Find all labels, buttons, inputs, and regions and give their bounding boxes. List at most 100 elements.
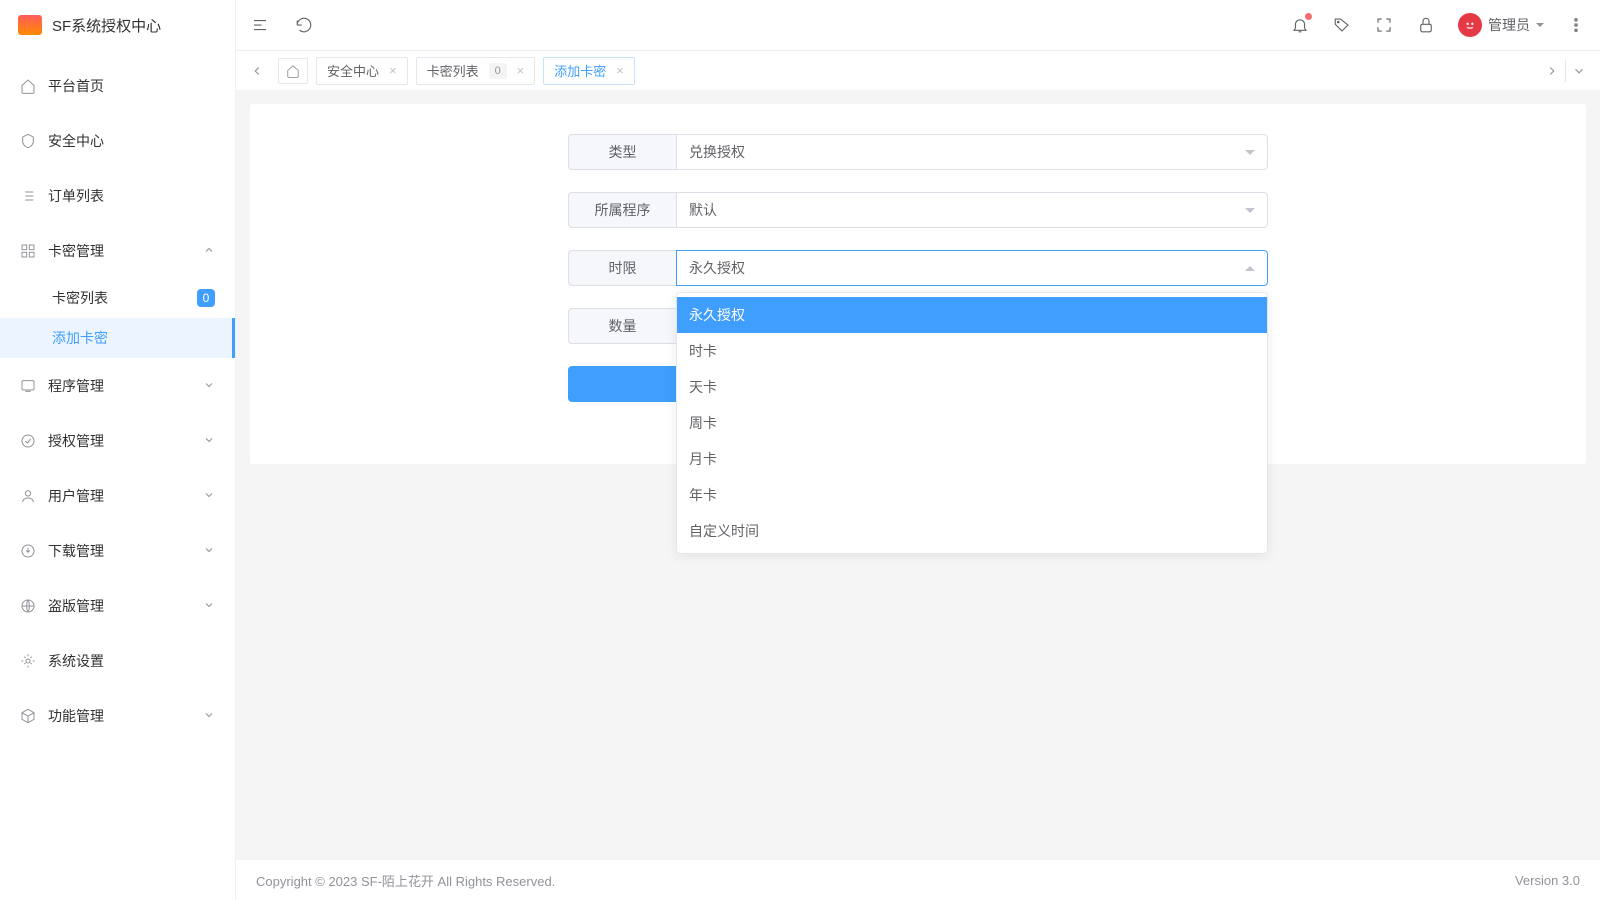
caret-up-icon	[1245, 261, 1255, 271]
form-row-program: 所属程序 默认	[568, 192, 1268, 228]
duration-dropdown: 永久授权时卡天卡周卡月卡年卡自定义时间	[676, 292, 1268, 554]
footer: Copyright © 2023 SF-陌上花开 All Rights Rese…	[236, 860, 1600, 900]
label: 系统设置	[48, 651, 215, 671]
lock-button[interactable]	[1416, 15, 1436, 35]
caret-down-icon	[1536, 23, 1544, 31]
collapse-sidebar-button[interactable]	[250, 15, 270, 35]
tab-cardkey-add[interactable]: 添加卡密 ×	[543, 57, 635, 85]
sidebar-item-program[interactable]: 程序管理	[0, 358, 235, 413]
app-title: SF系统授权中心	[52, 15, 161, 36]
tabs-bar: 安全中心 × 卡密列表 0 × 添加卡密 ×	[236, 50, 1600, 90]
content: 类型 兑换授权 所属程序 默认 时限	[236, 90, 1600, 860]
label: 添加卡密	[52, 328, 215, 348]
label: 盗版管理	[48, 596, 191, 616]
logo-icon	[18, 15, 42, 35]
dropdown-option[interactable]: 永久授权	[677, 297, 1267, 333]
dropdown-option[interactable]: 年卡	[677, 477, 1267, 513]
label: 安全中心	[48, 131, 215, 151]
sidebar-item-users[interactable]: 用户管理	[0, 468, 235, 523]
sidebar: SF系统授权中心 平台首页 安全中心 订单列表 卡密管理 卡密	[0, 0, 236, 900]
notifications-button[interactable]	[1290, 15, 1310, 35]
sidebar-item-cardkey-add[interactable]: 添加卡密	[0, 318, 235, 358]
label: 授权管理	[48, 431, 191, 451]
tab-badge: 0	[489, 63, 507, 79]
chevron-up-icon	[203, 243, 215, 259]
tab-label: 添加卡密	[554, 61, 606, 80]
check-circle-icon	[20, 433, 36, 449]
globe-icon	[20, 598, 36, 614]
tab-home-button[interactable]	[278, 58, 308, 84]
form-row-duration: 时限 永久授权	[568, 250, 1268, 286]
home-icon	[20, 78, 36, 94]
grid-icon	[20, 243, 36, 259]
sidebar-item-features[interactable]: 功能管理	[0, 688, 235, 743]
download-icon	[20, 543, 36, 559]
label-program: 所属程序	[568, 192, 676, 228]
caret-down-icon	[1245, 208, 1255, 218]
list-icon	[20, 188, 36, 204]
tabs-next-button[interactable]	[1539, 58, 1565, 84]
gear-icon	[20, 653, 36, 669]
user-menu[interactable]: 管理员	[1458, 13, 1544, 37]
close-icon[interactable]: ×	[616, 64, 624, 77]
sidebar-menu: 平台首页 安全中心 订单列表 卡密管理 卡密列表 0	[0, 50, 235, 900]
dropdown-option[interactable]: 自定义时间	[677, 513, 1267, 549]
chevron-down-icon	[203, 708, 215, 724]
label: 订单列表	[48, 186, 215, 206]
dropdown-option[interactable]: 月卡	[677, 441, 1267, 477]
more-button[interactable]	[1566, 15, 1586, 35]
sidebar-item-orders[interactable]: 订单列表	[0, 168, 235, 223]
label: 卡密列表	[52, 288, 185, 308]
fullscreen-button[interactable]	[1374, 15, 1394, 35]
avatar-icon	[1458, 13, 1482, 37]
label: 下载管理	[48, 541, 191, 561]
sidebar-item-download[interactable]: 下载管理	[0, 523, 235, 578]
chevron-down-icon	[203, 488, 215, 504]
label-type: 类型	[568, 134, 676, 170]
close-icon[interactable]: ×	[389, 64, 397, 77]
refresh-button[interactable]	[294, 15, 314, 35]
label: 用户管理	[48, 486, 191, 506]
sidebar-item-cardkey-list[interactable]: 卡密列表 0	[0, 278, 235, 318]
copyright: Copyright © 2023 SF-陌上花开 All Rights Rese…	[256, 871, 555, 890]
label-duration: 时限	[568, 250, 676, 286]
sidebar-item-piracy[interactable]: 盗版管理	[0, 578, 235, 633]
logo: SF系统授权中心	[0, 0, 235, 50]
badge: 0	[197, 289, 215, 307]
close-icon[interactable]: ×	[517, 64, 525, 77]
label-quantity: 数量	[568, 308, 676, 344]
cube-icon	[20, 708, 36, 724]
notification-dot-icon	[1305, 13, 1312, 20]
dropdown-option[interactable]: 周卡	[677, 405, 1267, 441]
select-value: 兑换授权	[689, 142, 745, 162]
sidebar-item-security[interactable]: 安全中心	[0, 113, 235, 168]
tab-cardkey-list[interactable]: 卡密列表 0 ×	[416, 57, 536, 85]
tag-button[interactable]	[1332, 15, 1352, 35]
select-type[interactable]: 兑换授权	[676, 134, 1268, 170]
label: 卡密管理	[48, 241, 191, 261]
shield-icon	[20, 133, 36, 149]
cardkey-submenu: 卡密列表 0 添加卡密	[0, 278, 235, 358]
label: 平台首页	[48, 76, 215, 96]
dropdown-option[interactable]: 时卡	[677, 333, 1267, 369]
select-program[interactable]: 默认	[676, 192, 1268, 228]
sidebar-item-settings[interactable]: 系统设置	[0, 633, 235, 688]
chevron-down-icon	[203, 378, 215, 394]
tabs-prev-button[interactable]	[244, 58, 270, 84]
program-icon	[20, 378, 36, 394]
tab-label: 安全中心	[327, 61, 379, 80]
dropdown-option[interactable]: 天卡	[677, 369, 1267, 405]
caret-down-icon	[1245, 150, 1255, 160]
sidebar-item-home[interactable]: 平台首页	[0, 58, 235, 113]
select-duration[interactable]: 永久授权	[676, 250, 1268, 286]
version: Version 3.0	[1515, 873, 1580, 888]
tab-security[interactable]: 安全中心 ×	[316, 57, 408, 85]
form-row-type: 类型 兑换授权	[568, 134, 1268, 170]
chevron-down-icon	[203, 543, 215, 559]
tab-label: 卡密列表	[427, 61, 479, 80]
sidebar-item-cardkey[interactable]: 卡密管理	[0, 223, 235, 278]
tabs-dropdown-button[interactable]	[1566, 58, 1592, 84]
label: 程序管理	[48, 376, 191, 396]
sidebar-item-auth[interactable]: 授权管理	[0, 413, 235, 468]
chevron-down-icon	[203, 598, 215, 614]
